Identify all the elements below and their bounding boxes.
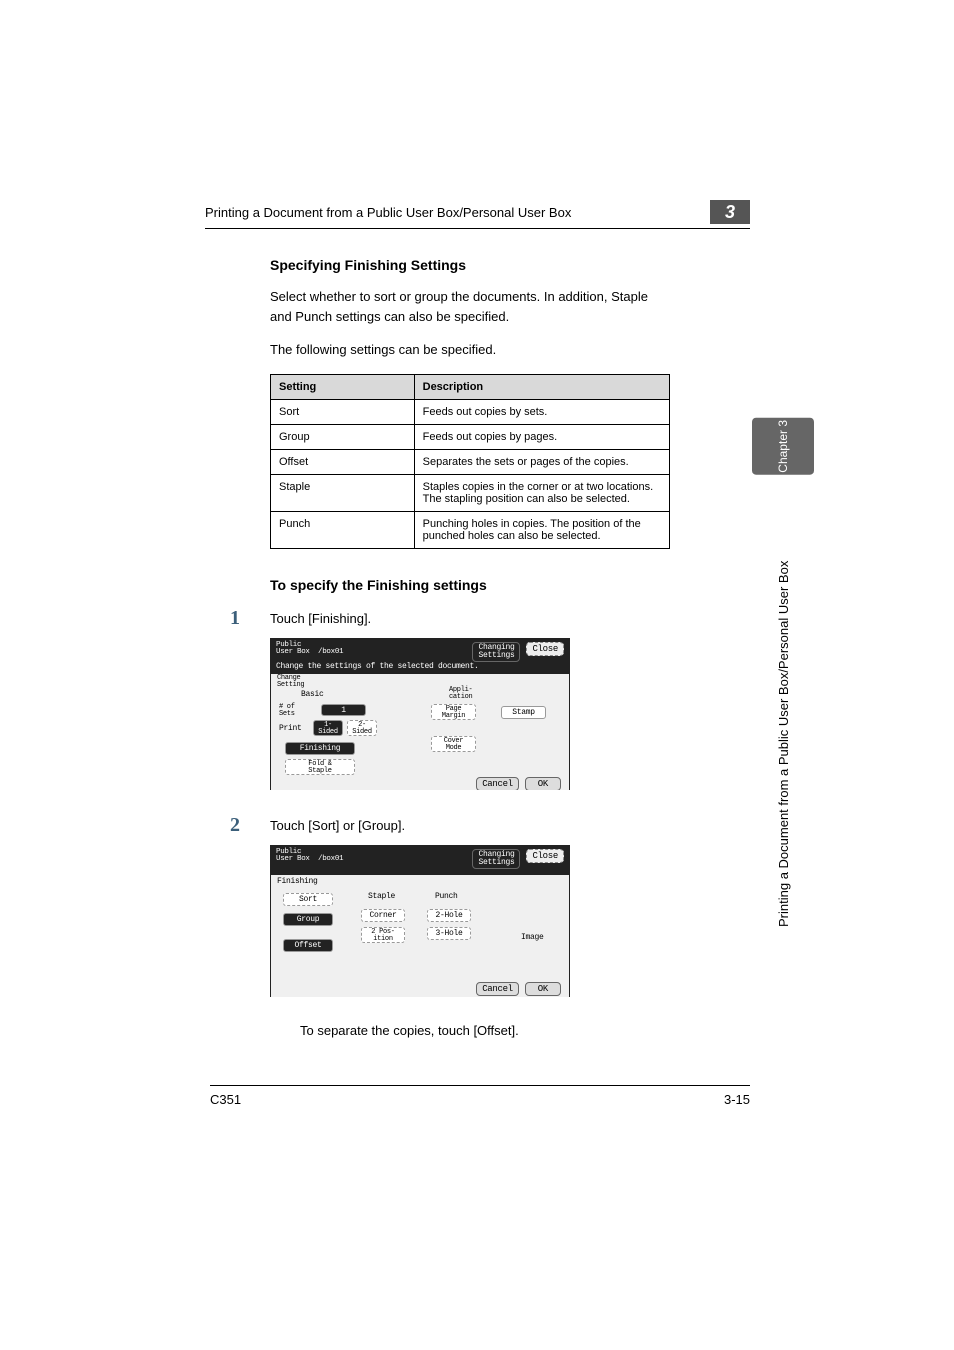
touchscreen-screenshot-2: Public User Box /box01 Changing Settings… [270,845,570,997]
finishing-button[interactable]: Finishing [285,742,355,755]
two-hole-button[interactable]: 2-Hole [427,909,471,922]
cover-mode-button[interactable]: Cover Mode [431,736,476,752]
application-label: Appli- cation [449,687,472,701]
step-1: 1 Touch [Finishing]. [230,607,670,630]
table-row: PunchPunching holes in copies. The posit… [271,511,670,548]
table-row: OffsetSeparates the sets or pages of the… [271,449,670,474]
cancel-button[interactable]: Cancel [476,982,519,996]
cancel-button[interactable]: Cancel [476,777,519,790]
change-setting-tab[interactable]: Change Setting [277,675,304,689]
step-text: Touch [Sort] or [Group]. [270,814,405,837]
group-button[interactable]: Group [283,913,333,926]
side-tab: Chapter 3 Printing a Document from a Pub… [752,418,814,927]
print-label: Print [279,724,302,733]
step-2: 2 Touch [Sort] or [Group]. [230,814,670,837]
step-text: Touch [Finishing]. [270,607,371,630]
step-number: 1 [230,607,270,630]
ss-subtitle: Change the settings of the selected docu… [270,662,570,674]
sort-button[interactable]: Sort [283,893,333,906]
footer-page-number: 3-15 [724,1092,750,1107]
table-head-setting: Setting [271,374,415,399]
step-number: 2 [230,814,270,837]
offset-button[interactable]: Offset [283,939,333,952]
page-margin-button[interactable]: Page Margin [431,704,476,720]
num-sets-label: # of Sets [279,704,295,718]
fold-staple-button[interactable]: Fold & Staple [285,759,355,775]
section-heading-2: To specify the Finishing settings [270,577,670,593]
intro-paragraph-1: Select whether to sort or group the docu… [270,287,670,326]
side-chapter-chip: Chapter 3 [752,418,814,475]
image-label: Image [521,933,544,942]
ss-box-path: /box01 [318,648,343,656]
three-hole-button[interactable]: 3-Hole [427,927,471,940]
changing-settings-button[interactable]: Changing Settings [472,849,520,869]
running-title: Printing a Document from a Public User B… [205,205,571,220]
one-sided-button[interactable]: 1- Sided [313,720,343,736]
touchscreen-screenshot-1: Public User Box /box01 Changing Settings… [270,638,570,790]
table-head-description: Description [414,374,669,399]
section-heading: Specifying Finishing Settings [270,257,670,273]
corner-button[interactable]: Corner [361,909,405,922]
num-sets-value[interactable]: 1 [321,704,366,716]
close-button[interactable]: Close [526,642,564,656]
finishing-tab[interactable]: Finishing [277,877,318,886]
basic-label: Basic [301,690,324,699]
running-header: Printing a Document from a Public User B… [205,200,750,229]
table-row: SortFeeds out copies by sets. [271,399,670,424]
side-chapter-title: Printing a Document from a Public User B… [776,487,791,927]
changing-settings-button[interactable]: Changing Settings [472,642,520,662]
ss-box-path: /box01 [318,855,343,863]
chapter-number-box: 3 [710,200,750,224]
punch-label: Punch [435,892,458,901]
close-button[interactable]: Close [526,849,564,863]
staple-label: Staple [368,892,395,901]
intro-paragraph-2: The following settings can be specified. [270,340,670,360]
step-note: To separate the copies, touch [Offset]. [300,1021,670,1041]
footer-model: C351 [210,1092,241,1107]
two-sided-button[interactable]: 2- Sided [347,720,377,736]
ss-title-line-2: User Box [276,648,310,656]
ok-button[interactable]: OK [525,982,561,996]
ok-button[interactable]: OK [525,777,561,790]
ss-title-line-2: User Box [276,855,310,863]
settings-table: Setting Description SortFeeds out copies… [270,374,670,549]
page-footer: C351 3-15 [210,1085,750,1107]
table-row: StapleStaples copies in the corner or at… [271,474,670,511]
stamp-button[interactable]: Stamp [501,706,546,719]
two-position-button[interactable]: 2 Pos- ition [361,927,405,943]
table-row: GroupFeeds out copies by pages. [271,424,670,449]
